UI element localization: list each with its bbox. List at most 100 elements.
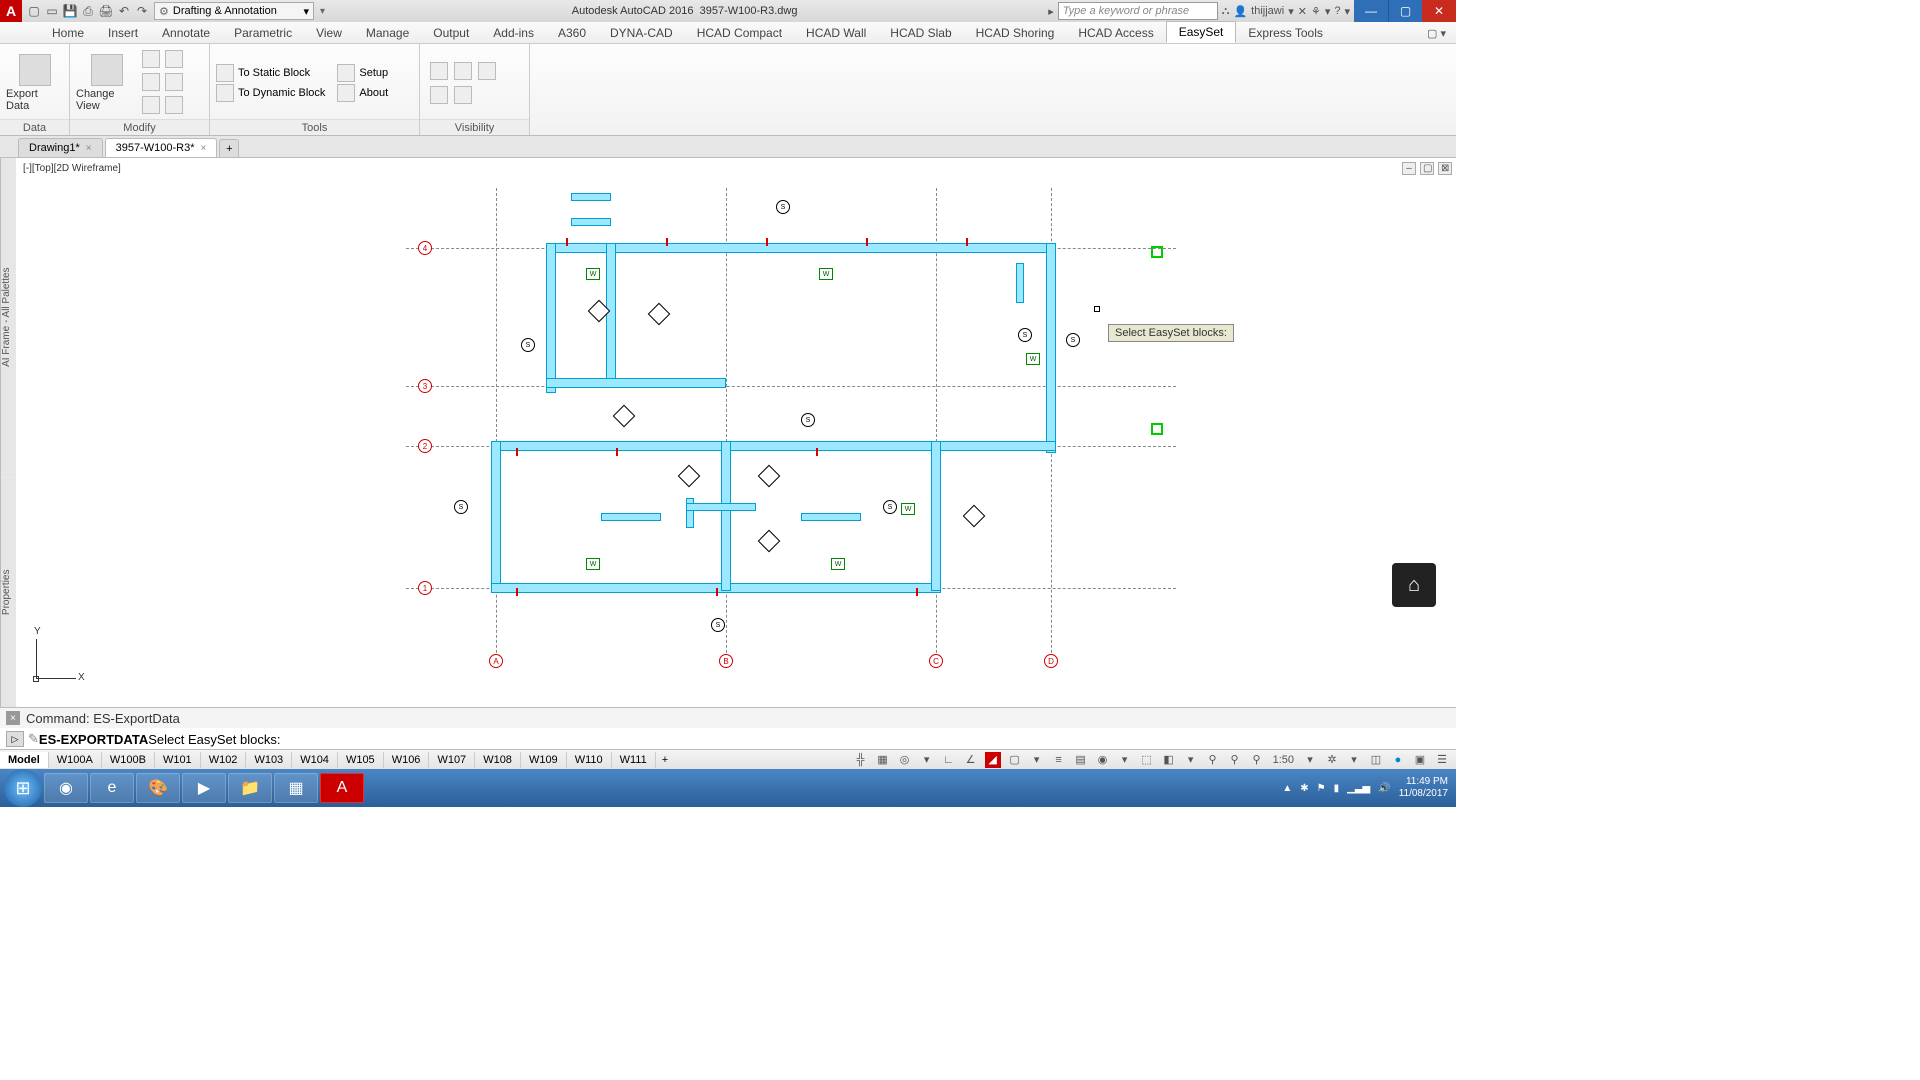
lineweight-icon[interactable]: ≡ [1051,752,1067,768]
ribbon-tab-annotate[interactable]: Annotate [150,23,222,43]
modify-btn-1[interactable] [142,50,160,68]
ribbon-tab-hcad-shoring[interactable]: HCAD Shoring [964,23,1067,43]
scale-label[interactable]: 1:50 [1271,752,1296,768]
ribbon-tab-easyset[interactable]: EasySet [1166,21,1237,43]
taskbar-autocad[interactable]: A [320,773,364,803]
modify-btn-6[interactable] [165,96,183,114]
chevron-down-icon[interactable]: ▾ [1117,752,1133,768]
vis-btn-4[interactable] [430,86,448,104]
chevron-down-icon[interactable]: ▾ [1183,752,1199,768]
dynamic-ucs-icon[interactable]: ◧ [1161,752,1177,768]
layout-tab-w102[interactable]: W102 [201,752,247,768]
new-tab-button[interactable]: + [219,139,239,157]
chevron-down-icon[interactable]: ▾ [1302,752,1318,768]
viewport-close-icon[interactable]: ⊠ [1438,162,1452,175]
close-tab-icon[interactable]: × [200,143,206,154]
tray-flag-icon[interactable]: ⚑ [1317,783,1326,794]
new-icon[interactable]: ▢ [26,3,42,19]
ribbon-tab-a360[interactable]: A360 [546,23,598,43]
infocenter-play-icon[interactable]: ▸ [1044,5,1058,18]
ribbon-tab-parametric[interactable]: Parametric [222,23,304,43]
taskbar-paint[interactable]: 🎨 [136,773,180,803]
help-icon[interactable]: ? [1334,5,1340,17]
modify-btn-2[interactable] [165,50,183,68]
undo-icon[interactable]: ↶ [116,3,132,19]
vis-btn-3[interactable] [478,62,496,80]
ribbon-tab-home[interactable]: Home [40,23,96,43]
taskbar-clock[interactable]: 11:49 PM 11/08/2017 [1399,776,1448,800]
close-tab-icon[interactable]: × [86,143,92,154]
tray-icon[interactable]: ✱ [1300,783,1308,794]
add-layout-button[interactable]: + [656,752,674,768]
close-button[interactable]: ✕ [1422,0,1456,22]
taskbar-media[interactable]: ▶ [182,773,226,803]
ribbon-tab-hcad-wall[interactable]: HCAD Wall [794,23,878,43]
chevron-down-icon[interactable]: ▾ [1288,5,1294,18]
exchange-icon[interactable]: ✕ [1298,5,1307,18]
chevron-down-icon[interactable]: ▾ [1346,752,1362,768]
layout-tab-w105[interactable]: W105 [338,752,384,768]
setup-button[interactable]: Setup [337,64,388,82]
command-line[interactable]: ▷ ✎ ES-EXPORTDATA Select EasySet blocks: [0,728,1456,750]
start-button[interactable]: ⊞ [4,769,42,807]
modify-btn-4[interactable] [165,73,183,91]
command-prompt-icon[interactable]: ▷ [6,731,24,747]
ribbon-tab-express-tools[interactable]: Express Tools [1236,23,1334,43]
user-name[interactable]: thijjawi [1251,5,1284,17]
selection-cycling-icon[interactable]: ◉ [1095,752,1111,768]
layout-tab-model[interactable]: Model [0,752,49,768]
annotation-visibility-icon[interactable]: ⚲ [1205,752,1221,768]
tray-up-icon[interactable]: ▲ [1282,783,1292,794]
layout-tab-w108[interactable]: W108 [475,752,521,768]
ribbon-tab-view[interactable]: View [304,23,354,43]
layout-tab-w107[interactable]: W107 [429,752,475,768]
snap-icon[interactable]: ◎ [897,752,913,768]
palette-properties[interactable]: Properties [0,477,16,707]
redo-icon[interactable]: ↷ [134,3,150,19]
polar-icon[interactable]: ∠ [963,752,979,768]
chevron-down-icon[interactable]: ▾ [919,752,935,768]
autodesk-360-icon[interactable]: ⛬ [1222,5,1230,18]
grid-icon[interactable]: ▦ [875,752,891,768]
ribbon-tab-hcad-compact[interactable]: HCAD Compact [685,23,794,43]
ribbon-tab-hcad-slab[interactable]: HCAD Slab [878,23,963,43]
maximize-button[interactable]: ▢ [1388,0,1422,22]
clean-screen-icon[interactable]: ▣ [1412,752,1428,768]
ribbon-tab-insert[interactable]: Insert [96,23,150,43]
ribbon-tab-dyna-cad[interactable]: DYNA-CAD [598,23,685,43]
drawing-canvas[interactable]: [-][Top][2D Wireframe] – ▢ ⊠ 4 3 2 1 A B [16,158,1456,707]
taskbar-ie[interactable]: e [90,773,134,803]
tray-battery-icon[interactable]: ▮ [1334,783,1340,794]
viewport-minimize-icon[interactable]: – [1402,162,1416,175]
plot-icon[interactable]: 🖨 [98,3,114,19]
tray-volume-icon[interactable]: 🔊 [1378,783,1390,794]
vis-btn-5[interactable] [454,86,472,104]
open-icon[interactable]: ▭ [44,3,60,19]
modify-btn-3[interactable] [142,73,160,91]
workspace-dropdown[interactable]: ⚙ Drafting & Annotation ▾ [154,2,314,20]
taskbar-app[interactable]: ▦ [274,773,318,803]
chevron-down-icon[interactable]: ▾ [1325,5,1331,18]
layout-tab-w111[interactable]: W111 [612,752,656,768]
3dosnap-icon[interactable]: ⬚ [1139,752,1155,768]
isolate-icon[interactable]: ◫ [1368,752,1384,768]
saveas-icon[interactable]: ⎙ [80,3,96,19]
close-command-history-icon[interactable]: × [6,711,20,725]
chevron-down-icon[interactable]: ▾ [1344,5,1350,18]
layout-tab-w106[interactable]: W106 [384,752,430,768]
vis-btn-1[interactable] [430,62,448,80]
palette-ai-frame[interactable]: AI Frame - All Palettes [0,158,16,477]
vis-btn-2[interactable] [454,62,472,80]
to-dynamic-block-button[interactable]: To Dynamic Block [216,84,325,102]
hardware-accel-icon[interactable]: ● [1390,752,1406,768]
save-icon[interactable]: 💾 [62,3,78,19]
to-static-block-button[interactable]: To Static Block [216,64,325,82]
app-menu-button[interactable]: A [0,0,22,22]
ribbon-tab-hcad-access[interactable]: HCAD Access [1066,23,1165,43]
customize-icon[interactable]: ☰ [1434,752,1450,768]
layout-tab-w100a[interactable]: W100A [49,752,102,768]
ortho-icon[interactable]: ∟ [941,752,957,768]
ribbon-minimize-icon[interactable]: ▢ ▾ [1417,24,1456,43]
navigation-home-button[interactable]: ⌂ [1392,563,1436,607]
transparency-icon[interactable]: ▤ [1073,752,1089,768]
